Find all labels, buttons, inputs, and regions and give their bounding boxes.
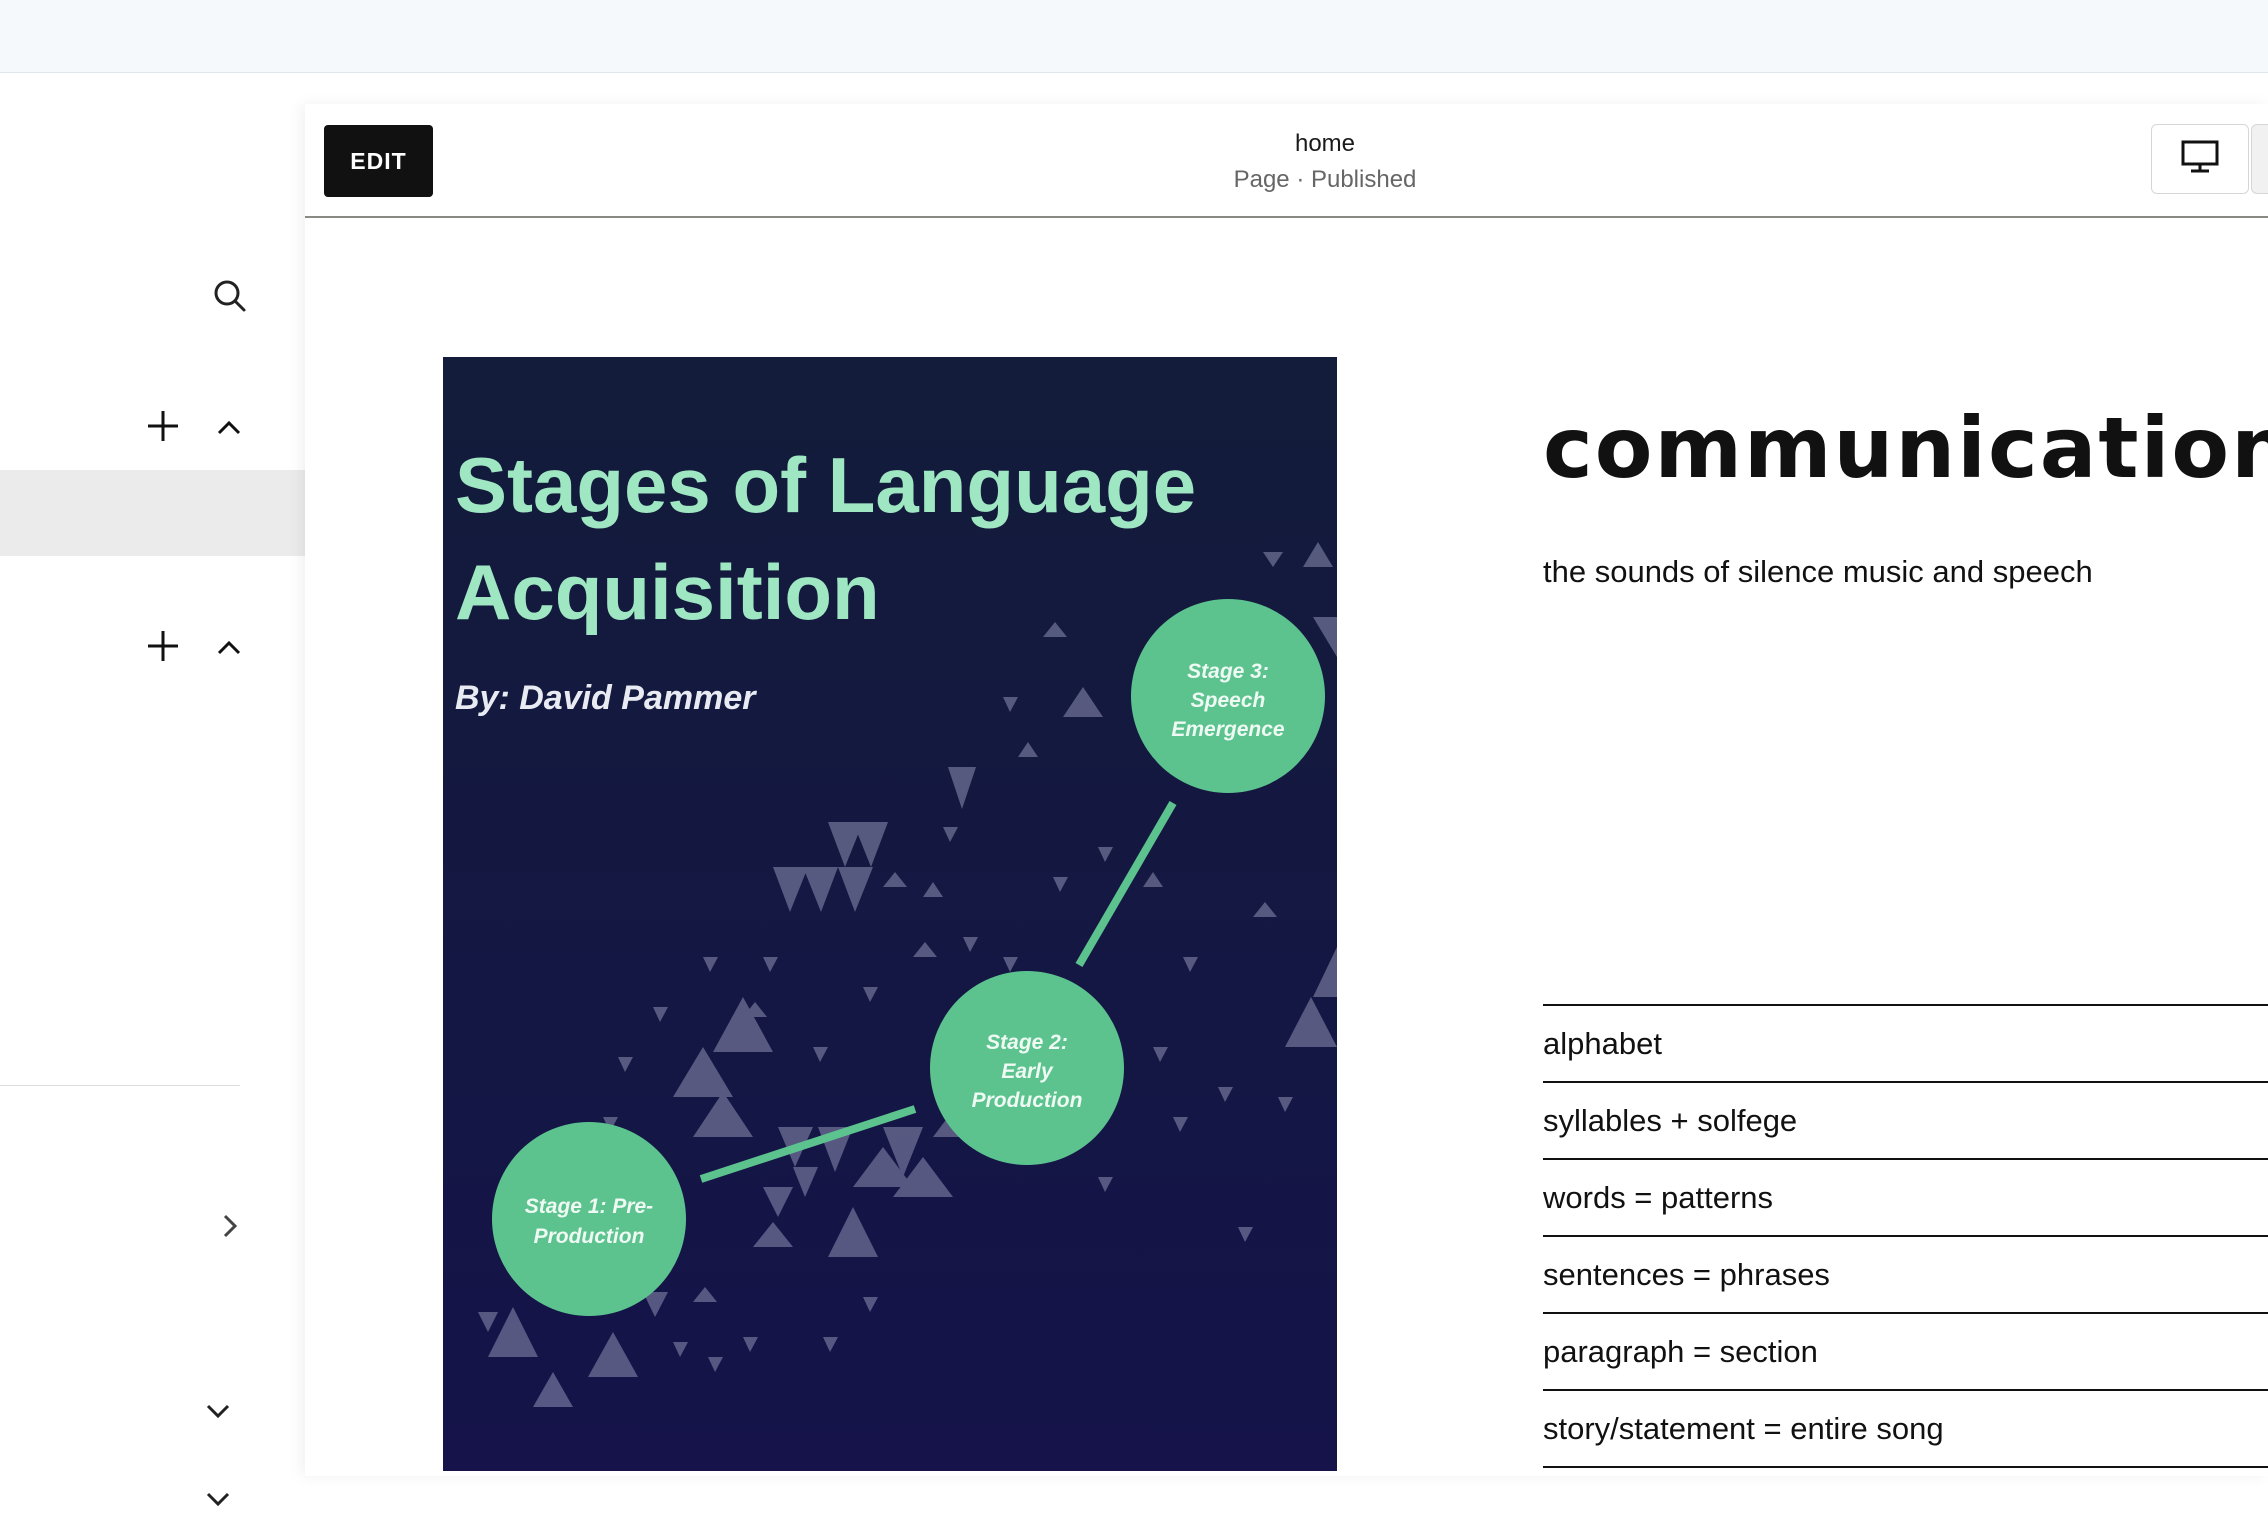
slide-title-line1: Stages of Language bbox=[455, 441, 1196, 529]
stage1-label-line2: Production bbox=[534, 1225, 645, 1248]
list-item: words = patterns bbox=[1543, 1160, 2268, 1237]
sidebar-selected-row[interactable] bbox=[0, 470, 305, 556]
top-bar bbox=[0, 0, 2268, 73]
list-item: alphabet bbox=[1543, 1006, 2268, 1083]
collapse-chevron-up-icon[interactable] bbox=[208, 627, 250, 667]
stage2-label-line1: Stage 2: bbox=[986, 1031, 1068, 1054]
page-name: home bbox=[1294, 130, 1356, 157]
list-item: paragraph = section bbox=[1543, 1314, 2268, 1391]
stage2-label-line3: Production bbox=[972, 1089, 1083, 1112]
page-preview: EDIT home Page · Published Stages of Lan… bbox=[305, 104, 2268, 1476]
slide-author: By: David Pammer bbox=[455, 679, 757, 717]
page-subtext: the sounds of silence music and speech bbox=[1543, 554, 2093, 589]
add-section-plus-icon[interactable] bbox=[140, 623, 186, 669]
stages-image: Stages of Language Acquisition By: David… bbox=[443, 357, 1337, 1471]
page-status: Page · Published bbox=[1233, 166, 1417, 193]
stage2-label-line2: Early bbox=[1001, 1060, 1054, 1083]
stage3-label-line1: Stage 3: bbox=[1187, 660, 1269, 683]
desktop-icon bbox=[2180, 139, 2220, 180]
page-heading: communication bbox=[1543, 399, 2268, 497]
topic-list: alphabet syllables + solfege words = pat… bbox=[1543, 1004, 2268, 1468]
chevron-down-icon[interactable] bbox=[198, 1479, 238, 1519]
mobile-view-button[interactable] bbox=[2251, 124, 2268, 194]
sidebar bbox=[0, 73, 305, 1507]
stage3-label-line2: Speech bbox=[1191, 689, 1266, 712]
add-section-plus-icon[interactable] bbox=[140, 403, 186, 449]
chevron-right-icon[interactable] bbox=[210, 1206, 250, 1246]
sidebar-divider bbox=[0, 1085, 240, 1086]
preview-header: EDIT home Page · Published bbox=[305, 104, 2268, 218]
edit-button[interactable]: EDIT bbox=[324, 125, 433, 197]
list-item: syllables + solfege bbox=[1543, 1083, 2268, 1160]
chevron-down-icon[interactable] bbox=[198, 1391, 238, 1431]
stage3-label-line3: Emergence bbox=[1171, 718, 1285, 741]
desktop-view-button[interactable] bbox=[2151, 124, 2249, 194]
slide-title-line2: Acquisition bbox=[455, 548, 880, 636]
list-item: sentences = phrases bbox=[1543, 1237, 2268, 1314]
collapse-chevron-up-icon[interactable] bbox=[208, 407, 250, 447]
search-icon[interactable] bbox=[205, 271, 255, 321]
list-item: story/statement = entire song bbox=[1543, 1391, 2268, 1468]
stage1-label-line1: Stage 1: Pre- bbox=[525, 1195, 653, 1218]
